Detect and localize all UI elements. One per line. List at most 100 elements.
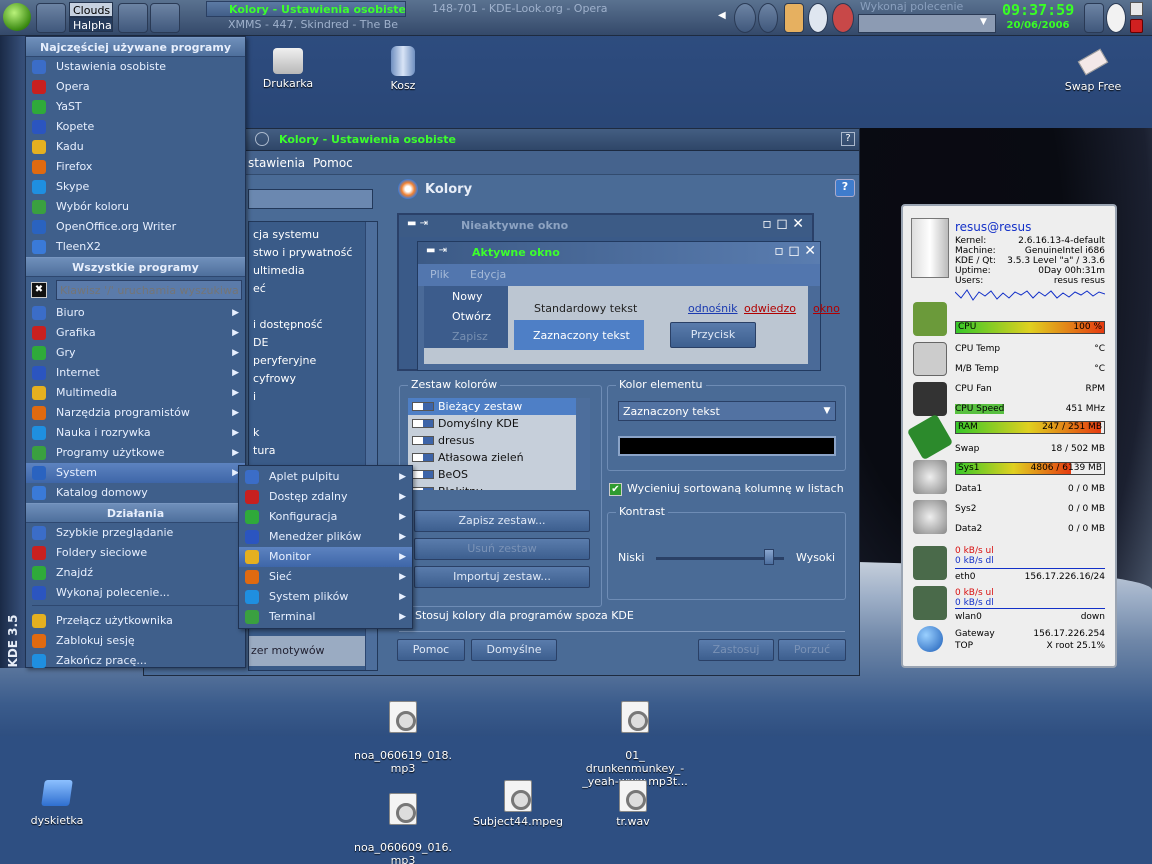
- program-item-7[interactable]: Programy użytkowe ▶: [26, 443, 245, 463]
- nav-item[interactable]: i dostępność: [249, 316, 377, 334]
- lock-icon[interactable]: [1130, 2, 1143, 16]
- mp3-file-1[interactable]: noa_060619_018. mp3: [350, 688, 456, 788]
- program-item-5[interactable]: Narzędzia programistów ▶: [26, 403, 245, 423]
- brush-icon[interactable]: [36, 3, 66, 33]
- help-button-bottom[interactable]: Pomoc: [397, 639, 465, 661]
- desktop-clouds[interactable]: Clouds: [69, 2, 113, 17]
- desktop-halpha[interactable]: Halpha: [69, 17, 113, 32]
- color-swatch-button[interactable]: [618, 436, 836, 456]
- program-item-9[interactable]: Katalog domowy: [26, 483, 245, 503]
- program-item-8[interactable]: System ▶: [26, 463, 245, 483]
- scheme-item[interactable]: Bieżący zestaw: [408, 398, 590, 415]
- scheme-list[interactable]: Bieżący zestaw Domyślny KDE dresus Atłasowa…: [408, 398, 590, 490]
- floppy-desktop-icon[interactable]: dyskietka: [22, 780, 92, 827]
- swapfree-desktop-icon[interactable]: Swap Free: [1058, 46, 1128, 93]
- nav-item[interactable]: cja systemu: [249, 226, 377, 244]
- nav-item[interactable]: cyfrowy: [249, 370, 377, 388]
- frequent-item-0[interactable]: Ustawienia osobiste: [26, 57, 245, 77]
- menu-settings[interactable]: stawienia: [248, 156, 305, 170]
- wav-file[interactable]: tr.wav: [598, 780, 668, 828]
- reset-button[interactable]: Porzuć: [778, 639, 846, 661]
- system-item-2[interactable]: Konfiguracja ▶: [239, 507, 412, 527]
- menu-help[interactable]: Pomoc: [313, 156, 353, 170]
- scroll-left-icon[interactable]: ◀: [718, 10, 726, 21]
- system-item-6[interactable]: System plików ▶: [239, 587, 412, 607]
- action-item-2[interactable]: Znajdź: [26, 563, 245, 583]
- widget-select[interactable]: Zaznaczony tekst: [618, 401, 836, 421]
- nav-item[interactable]: i: [249, 388, 377, 406]
- apply-button[interactable]: Zastosuj: [698, 639, 774, 661]
- chevron-down-icon[interactable]: ▼: [820, 402, 834, 420]
- help-button[interactable]: ?: [835, 179, 855, 197]
- pen-icon[interactable]: [180, 3, 202, 33]
- shade-sort-checkbox[interactable]: ✔: [609, 483, 622, 496]
- tray-ball-icon[interactable]: [808, 3, 828, 33]
- tray-app-icon[interactable]: [784, 3, 804, 33]
- nav-item[interactable]: tura: [249, 442, 377, 460]
- program-item-2[interactable]: Gry ▶: [26, 343, 245, 363]
- mp3-file-3[interactable]: noa_060609_016. mp3: [350, 780, 456, 864]
- scheme-scrollbar[interactable]: [576, 398, 590, 490]
- action-item-4[interactable]: Przełącz użytkownika: [26, 611, 245, 631]
- frequent-item-6[interactable]: Skype: [26, 177, 245, 197]
- run-command-input[interactable]: [858, 14, 996, 33]
- defaults-button[interactable]: Domyślne: [471, 639, 557, 661]
- nav-item[interactable]: [249, 298, 377, 316]
- nav-item[interactable]: DE: [249, 334, 377, 352]
- scheme-item[interactable]: Atłasowa zieleń: [408, 449, 590, 466]
- search-input[interactable]: [56, 280, 242, 300]
- sticky-button[interactable]: [255, 132, 269, 146]
- network-icon[interactable]: [150, 3, 180, 33]
- nav-item[interactable]: peryferyjne: [249, 352, 377, 370]
- nav-item[interactable]: ultimedia: [249, 262, 377, 280]
- nav-item[interactable]: k: [249, 424, 377, 442]
- window-titlebar[interactable]: Kolory - Ustawienia osobiste ?: [144, 129, 859, 151]
- frequent-item-7[interactable]: Wybór koloru: [26, 197, 245, 217]
- action-item-3[interactable]: Wykonaj polecenie...: [26, 583, 245, 603]
- terminal-icon[interactable]: [118, 3, 148, 33]
- frequent-item-9[interactable]: TleenX2: [26, 237, 245, 257]
- monitor-applet-icon[interactable]: [734, 3, 756, 33]
- import-scheme-button[interactable]: Importuj zestaw...: [414, 566, 590, 588]
- mpeg-file[interactable]: Subject44.mpeg: [470, 780, 566, 828]
- scheme-item[interactable]: BeOS: [408, 466, 590, 483]
- save-scheme-button[interactable]: Zapisz zestaw...: [414, 510, 590, 532]
- system-item-1[interactable]: Dostęp zdalny ▶: [239, 487, 412, 507]
- task-xmms[interactable]: XMMS - 447. Skindred - The Be: [206, 17, 406, 33]
- nav-item[interactable]: eć: [249, 280, 377, 298]
- clock[interactable]: 09:37:59 20/06/2006: [1002, 2, 1074, 32]
- pen-tool-icon[interactable]: [1084, 3, 1104, 33]
- tray-network-icon[interactable]: [832, 3, 854, 33]
- frequent-item-2[interactable]: YaST: [26, 97, 245, 117]
- nav-item[interactable]: [249, 406, 377, 424]
- trash-desktop-icon[interactable]: Kosz: [373, 46, 433, 92]
- system-item-7[interactable]: Terminal ▶: [239, 607, 412, 627]
- remove-scheme-button[interactable]: Usuń zestaw: [414, 538, 590, 560]
- action-item-1[interactable]: Foldery sieciowe: [26, 543, 245, 563]
- program-item-0[interactable]: Biuro ▶: [26, 303, 245, 323]
- nav-item-themes[interactable]: zer motywów: [249, 636, 367, 666]
- scheme-item[interactable]: Domyślny KDE: [408, 415, 590, 432]
- task-kolory[interactable]: Kolory - Ustawienia osobiste: [206, 1, 406, 17]
- system-item-0[interactable]: Aplet pulpitu ▶: [239, 467, 412, 487]
- moon-icon[interactable]: [1106, 3, 1126, 33]
- frequent-item-1[interactable]: Opera: [26, 77, 245, 97]
- action-item-0[interactable]: Szybkie przeglądanie: [26, 523, 245, 543]
- system-item-3[interactable]: Menedżer plików ▶: [239, 527, 412, 547]
- system-item-4[interactable]: Monitor ▶: [239, 547, 412, 567]
- program-item-3[interactable]: Internet ▶: [26, 363, 245, 383]
- frequent-item-4[interactable]: Kadu: [26, 137, 245, 157]
- window-help-button[interactable]: ?: [841, 132, 855, 146]
- frequent-item-3[interactable]: Kopete: [26, 117, 245, 137]
- gear-icon[interactable]: [758, 3, 778, 33]
- nav-search-input[interactable]: [248, 189, 373, 209]
- scheme-item[interactable]: Błękitny: [408, 483, 590, 490]
- program-item-6[interactable]: Nauka i rozrywka ▶: [26, 423, 245, 443]
- system-item-5[interactable]: Sieć ▶: [239, 567, 412, 587]
- scheme-item[interactable]: dresus: [408, 432, 590, 449]
- chevron-down-icon[interactable]: ▼: [980, 17, 987, 27]
- frequent-item-5[interactable]: Firefox: [26, 157, 245, 177]
- frequent-item-8[interactable]: OpenOffice.org Writer: [26, 217, 245, 237]
- action-item-5[interactable]: Zablokuj sesję: [26, 631, 245, 651]
- program-item-1[interactable]: Grafika ▶: [26, 323, 245, 343]
